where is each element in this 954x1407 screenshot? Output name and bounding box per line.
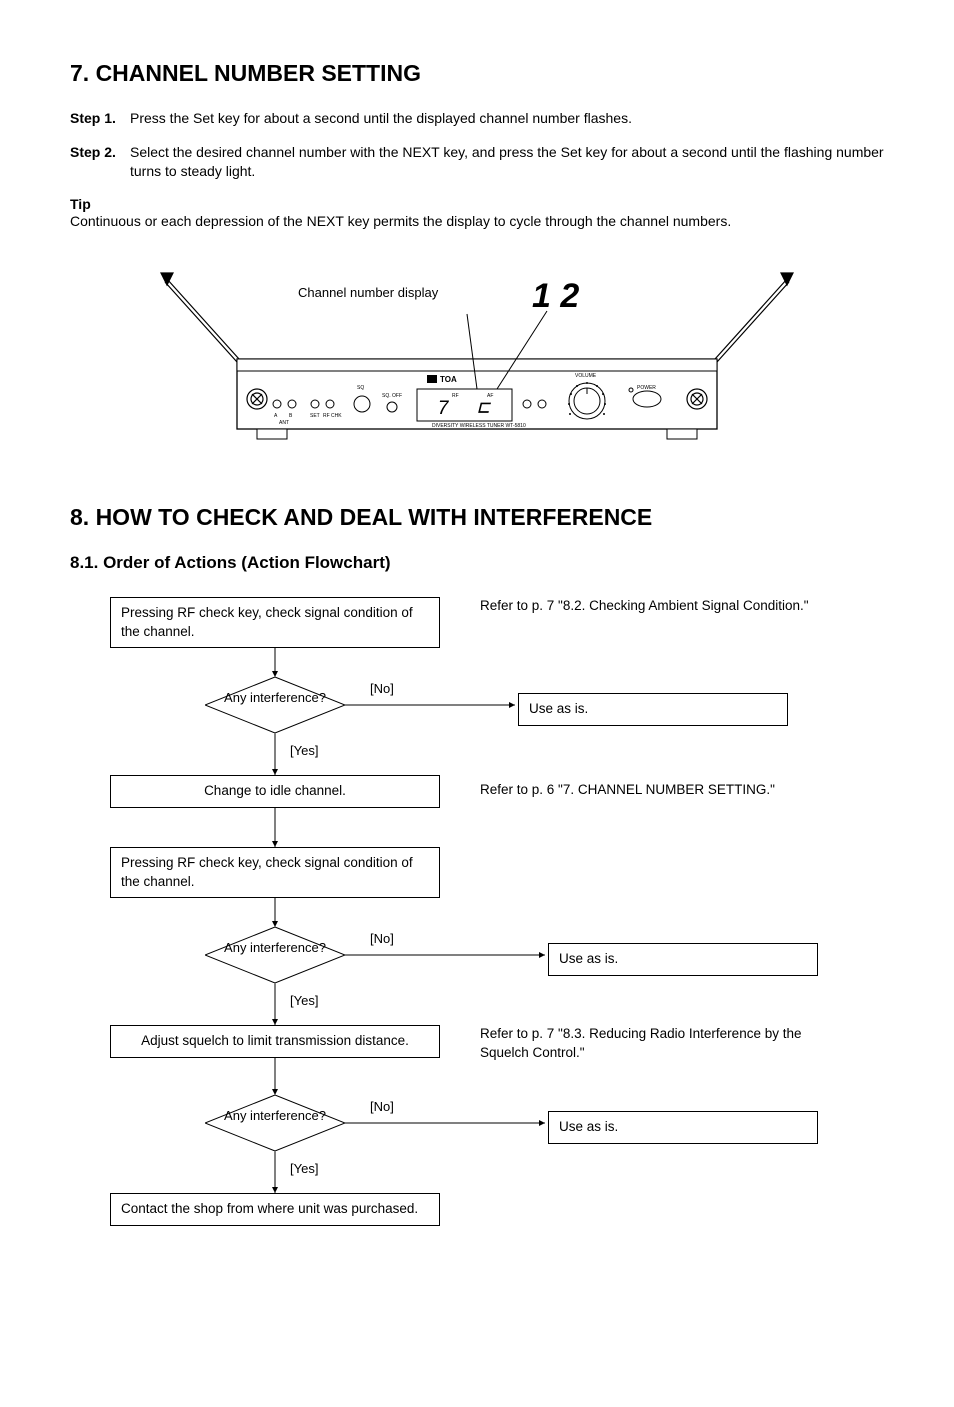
section-7-heading: 7. CHANNEL NUMBER SETTING <box>70 60 884 87</box>
flow-adjust-ref: Refer to p. 7 "8.3. Reducing Radio Inter… <box>480 1025 840 1061</box>
flow-use-1: Use as is. <box>518 693 788 725</box>
flow-use-3: Use as is. <box>548 1111 818 1143</box>
flow-contact-shop: Contact the shop from where unit was pur… <box>110 1193 440 1225</box>
flow-decision-2: Any interference? <box>205 927 345 983</box>
svg-text:SQ: SQ <box>357 385 364 391</box>
step-1-label: Step 1. <box>70 109 130 129</box>
flow-decision-3: Any interference? <box>205 1095 345 1151</box>
step-2-label: Step 2. <box>70 143 130 182</box>
flowchart: Pressing RF check key, check signal cond… <box>110 597 884 1337</box>
flow-d1-no: [No] <box>370 681 394 696</box>
svg-text:SET: SET <box>310 413 320 419</box>
channel-number-large: 1 2 <box>532 277 579 315</box>
tuner-drawing: A B SET RF CHK ANT SQ SQ. OFF 7 ⊏ RF AF … <box>137 249 817 459</box>
device-illustration: A B SET RF CHK ANT SQ SQ. OFF 7 ⊏ RF AF … <box>70 249 884 464</box>
tip-text: Continuous or each depression of the NEX… <box>70 212 884 232</box>
flow-start-ref: Refer to p. 7 "8.2. Checking Ambient Sig… <box>480 597 820 615</box>
flow-adjust-squelch: Adjust squelch to limit transmission dis… <box>110 1025 440 1057</box>
svg-text:TOA: TOA <box>440 375 457 384</box>
svg-text:VOLUME: VOLUME <box>575 373 597 379</box>
flow-change-channel: Change to idle channel. <box>110 775 440 807</box>
tip-label: Tip <box>70 196 884 212</box>
flow-d1-yes: [Yes] <box>290 743 318 758</box>
flow-d2-no: [No] <box>370 931 394 946</box>
flow-use-2: Use as is. <box>548 943 818 975</box>
svg-text:AF: AF <box>487 393 493 399</box>
step-1-text: Press the Set key for about a second unt… <box>130 109 884 129</box>
svg-text:SQ. OFF: SQ. OFF <box>382 393 402 399</box>
flow-d3-yes: [Yes] <box>290 1161 318 1176</box>
svg-text:RF CHK: RF CHK <box>323 413 342 419</box>
step-2-row: Step 2. Select the desired channel numbe… <box>70 143 884 182</box>
flow-decision-1: Any interference? <box>205 677 345 733</box>
flow-d2-yes: [Yes] <box>290 993 318 1008</box>
flow-change-ref: Refer to p. 6 "7. CHANNEL NUMBER SETTING… <box>480 781 840 799</box>
flow-d3-no: [No] <box>370 1099 394 1114</box>
svg-text:ANT: ANT <box>279 420 289 426</box>
flow-check-2: Pressing RF check key, check signal cond… <box>110 847 440 897</box>
step-2-text: Select the desired channel number with t… <box>130 143 884 182</box>
svg-text:7: 7 <box>437 398 449 421</box>
svg-text:DIVERSITY WIRELESS TUNER WT-58: DIVERSITY WIRELESS TUNER WT-5810 <box>432 423 526 429</box>
step-1-row: Step 1. Press the Set key for about a se… <box>70 109 884 129</box>
svg-text:POWER: POWER <box>637 385 656 391</box>
section-8-heading: 8. HOW TO CHECK AND DEAL WITH INTERFEREN… <box>70 504 884 531</box>
svg-text:RF: RF <box>452 393 459 399</box>
channel-display-callout: Channel number display <box>298 285 438 300</box>
section-8-1-heading: 8.1. Order of Actions (Action Flowchart) <box>70 553 884 573</box>
flow-start-box: Pressing RF check key, check signal cond… <box>110 597 440 647</box>
